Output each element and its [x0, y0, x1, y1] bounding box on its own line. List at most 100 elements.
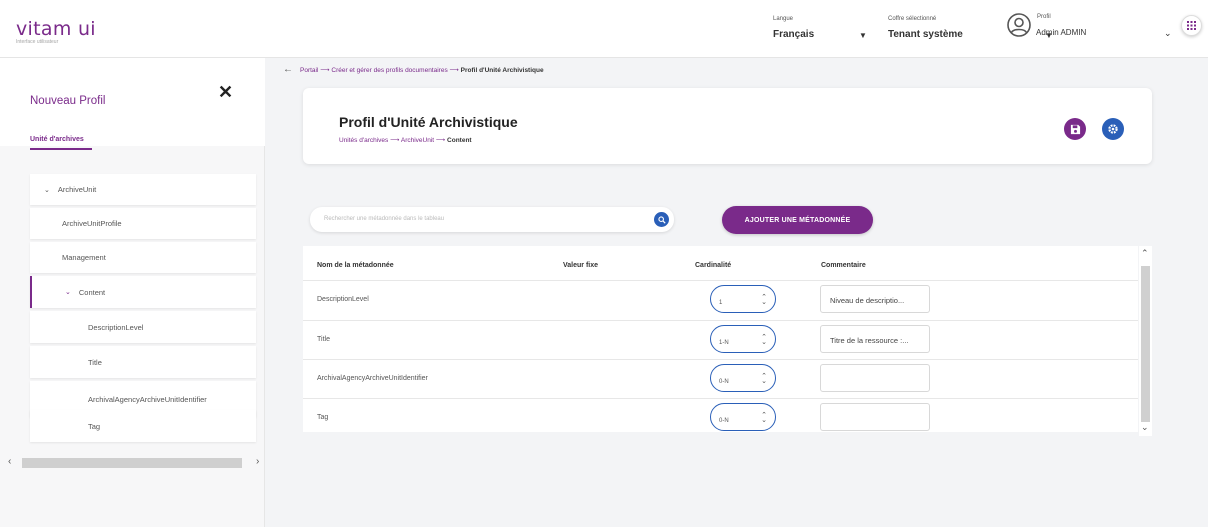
- arrow-right-icon: ⟶: [320, 67, 332, 74]
- tenant-selector[interactable]: Coffre sélectionné Tenant système: [888, 16, 963, 40]
- back-arrow-icon[interactable]: ←: [283, 64, 293, 75]
- settings-button[interactable]: [1102, 118, 1124, 140]
- chevron-right-icon[interactable]: ›: [256, 456, 259, 467]
- cardinality-value: 1: [719, 300, 723, 306]
- tenant-value: Tenant système: [888, 29, 963, 40]
- tab-archive-unit[interactable]: Unité d'archives: [30, 136, 84, 143]
- tree-item-label: Tag: [88, 421, 101, 431]
- close-icon[interactable]: ✕: [218, 82, 233, 103]
- breadcrumb-current: Profil d'Unité Archivistique: [460, 67, 544, 74]
- breadcrumb-item-profils[interactable]: Créer et gérer des profils documentaires: [331, 67, 447, 74]
- grid-icon: [1187, 21, 1196, 30]
- logo-text: vitam ui: [16, 18, 96, 40]
- scrollbar-thumb[interactable]: [1141, 266, 1150, 422]
- chevron-up-icon[interactable]: ⌃: [1141, 248, 1149, 259]
- save-icon: [1070, 124, 1080, 134]
- metadata-name: DescriptionLevel: [317, 296, 369, 303]
- chevron-left-icon[interactable]: ‹: [8, 456, 11, 467]
- chevron-down-icon[interactable]: ⌄: [1164, 28, 1172, 39]
- column-header-cardinality: Cardinalité: [695, 262, 732, 269]
- cardinality-value: 0-N: [719, 418, 729, 424]
- chevron-updown-icon: ⌃ ⌄: [761, 294, 767, 306]
- tree-item-label: Management: [62, 253, 106, 262]
- comment-value: Niveau de descriptio...: [830, 296, 905, 305]
- card-breadcrumb: Unités d'archives ⟶ ArchiveUnit ⟶ Conten…: [339, 136, 472, 144]
- add-metadata-button[interactable]: AJOUTER UNE MÉTADONNÉE: [722, 206, 873, 234]
- profile-value: Admin ADMIN: [1036, 28, 1087, 37]
- chevron-down-icon[interactable]: ⌄: [44, 186, 50, 194]
- chevron-updown-icon: ⌃ ⌄: [761, 334, 767, 346]
- comment-value: Titre de la ressource :...: [830, 336, 909, 345]
- arrow-right-icon: ⟶: [390, 137, 401, 144]
- arrow-right-icon: ⟶: [449, 67, 461, 74]
- apps-menu-button[interactable]: [1181, 15, 1202, 36]
- vertical-scrollbar[interactable]: ⌃ ⌄: [1139, 246, 1152, 436]
- tree-item-label: ArchivalAgencyArchiveUnitIdentifier: [88, 394, 207, 404]
- gear-icon: [1108, 124, 1118, 134]
- tree-item-content[interactable]: ⌄ Content: [30, 276, 256, 308]
- chevron-down-icon[interactable]: ▼: [859, 31, 867, 40]
- cardinality-select[interactable]: 0-N ⌃ ⌄: [710, 403, 776, 431]
- horizontal-scrollbar[interactable]: ‹ ›: [8, 456, 263, 470]
- card-crumb-unites[interactable]: Unités d'archives: [339, 137, 388, 144]
- language-selector[interactable]: Langue Français: [773, 16, 814, 40]
- tab-underline: [30, 148, 92, 150]
- chevron-updown-icon: ⌃ ⌄: [761, 412, 767, 424]
- column-header-name: Nom de la métadonnée: [317, 262, 394, 269]
- table-row: Tag 0-N ⌃ ⌄: [303, 398, 1138, 432]
- tree-item-archiveunitprofile[interactable]: ArchiveUnitProfile: [30, 208, 256, 239]
- chevron-down-icon[interactable]: ⌄: [1141, 422, 1149, 433]
- tree-item-tag[interactable]: Tag: [30, 410, 256, 442]
- cardinality-select[interactable]: 1-N ⌃ ⌄: [710, 325, 776, 353]
- chevron-down-icon[interactable]: ⌄: [65, 288, 71, 296]
- tree-item-label: DescriptionLevel: [88, 322, 144, 332]
- profile-selector[interactable]: Profil Admin ADMIN: [1036, 14, 1086, 37]
- user-avatar-icon[interactable]: [1007, 13, 1031, 37]
- page-title: Profil d'Unité Archivistique: [339, 114, 518, 130]
- metadata-table: Nom de la métadonnée Valeur fixe Cardina…: [303, 246, 1138, 432]
- column-header-comment: Commentaire: [821, 262, 866, 269]
- profile-card: Profil d'Unité Archivistique Unités d'ar…: [303, 88, 1152, 164]
- tree-item-label: ArchiveUnitProfile: [62, 219, 122, 228]
- arrow-right-icon: ⟶: [435, 137, 448, 144]
- metadata-name: ArchivalAgencyArchiveUnitIdentifier: [317, 375, 428, 382]
- tree-item-title[interactable]: Title: [30, 346, 256, 378]
- tree-item-label: Content: [78, 287, 106, 297]
- tree-item-management[interactable]: Management: [30, 242, 256, 273]
- language-value: Français: [773, 29, 815, 40]
- card-crumb-current: Content: [447, 137, 472, 144]
- search-placeholder: Rechercher une métadonnée dans le tablea…: [324, 216, 445, 222]
- table-row: Title 1-N ⌃ ⌄ Titre de la ressource :...: [303, 320, 1138, 358]
- breadcrumb-item-portail[interactable]: Portail: [300, 67, 318, 74]
- breadcrumb: Portail ⟶ Créer et gérer des profils doc…: [300, 66, 544, 74]
- cardinality-select[interactable]: 1 ⌃ ⌄: [710, 285, 776, 313]
- save-button[interactable]: [1064, 118, 1086, 140]
- side-panel-title: Nouveau Profil: [30, 95, 106, 107]
- comment-input[interactable]: [820, 403, 930, 431]
- profile-label: Profil: [1037, 14, 1051, 20]
- column-header-fixed-value: Valeur fixe: [563, 262, 599, 269]
- table-row: DescriptionLevel 1 ⌃ ⌄ Niveau de descript…: [303, 280, 1138, 318]
- comment-input[interactable]: Niveau de descriptio...: [820, 285, 930, 313]
- side-panel-header: Nouveau Profil ✕: [0, 58, 265, 146]
- tenant-label: Coffre sélectionné: [888, 16, 937, 22]
- vitam-logo[interactable]: vitam ui Interface utilisateur: [16, 18, 96, 45]
- search-input[interactable]: Rechercher une métadonnée dans le tablea…: [310, 207, 674, 232]
- comment-input[interactable]: Titre de la ressource :...: [820, 325, 930, 353]
- side-panel: Nouveau Profil ✕ Unité d'archives ⌄ Arch…: [0, 58, 265, 527]
- app-header: vitam ui Interface utilisateur Langue Fr…: [0, 0, 1208, 58]
- metadata-name: Title: [317, 336, 330, 343]
- tree-item-archiveunit[interactable]: ⌄ ArchiveUnit: [30, 174, 256, 205]
- chevron-updown-icon: ⌃ ⌄: [761, 373, 767, 385]
- cardinality-value: 0-N: [719, 379, 729, 385]
- search-button[interactable]: [654, 212, 669, 227]
- cardinality-select[interactable]: 0-N ⌃ ⌄: [710, 364, 776, 392]
- table-row: ArchivalAgencyArchiveUnitIdentifier 0-N …: [303, 359, 1138, 397]
- comment-input[interactable]: [820, 364, 930, 392]
- card-crumb-archiveunit[interactable]: ArchiveUnit: [401, 137, 434, 144]
- tree-item-descriptionlevel[interactable]: DescriptionLevel: [30, 311, 256, 343]
- scrollbar-thumb[interactable]: [22, 458, 242, 468]
- cardinality-value: 1-N: [719, 340, 729, 346]
- language-label: Langue: [773, 16, 794, 22]
- search-icon: [657, 215, 666, 224]
